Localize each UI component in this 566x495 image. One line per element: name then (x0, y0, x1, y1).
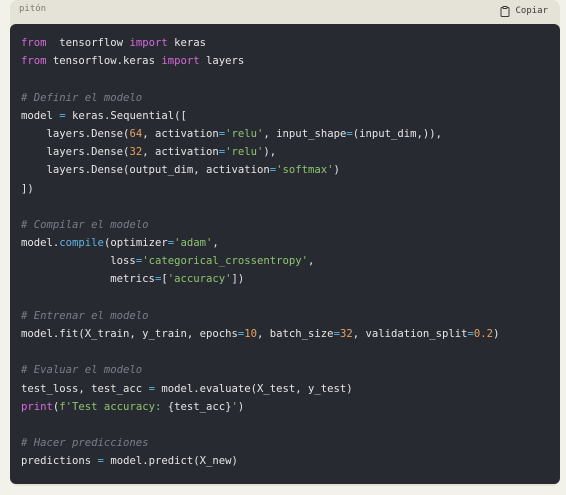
code-token: predictions (21, 455, 98, 468)
code-token: (input_dim,)), (352, 127, 443, 140)
code-line: # Evaluar el modelo (21, 361, 499, 379)
code-token: , activation (142, 127, 219, 140)
code-token: 32 (129, 146, 143, 159)
code-token: ) (237, 400, 245, 413)
code-token: keras.Sequential([ (65, 109, 187, 122)
code-line: print(f'Test accuracy: {test_acc}') (21, 398, 499, 416)
code-token: 'accuracy' (167, 273, 232, 286)
code-token: , input_shape (263, 127, 347, 140)
code-token: layers (199, 55, 245, 68)
code-token: print (21, 400, 53, 413)
code-token: model.evaluate(X_test, y_test) (154, 382, 353, 395)
code-area[interactable]: from tensorflow import keras from tensorf… (10, 24, 560, 484)
code-token: test_loss, test_acc (21, 382, 149, 395)
code-token: layers.Dense( (21, 127, 130, 140)
code-token: # Entrenar el modelo (21, 309, 149, 322)
code-line: test_loss, test_acc = model.evaluate(X_t… (21, 380, 499, 398)
code-line: from tensorflow import keras (21, 34, 499, 52)
code-token: tensorflow.keras (46, 55, 162, 68)
code-token: layers.Dense( (21, 146, 130, 159)
copy-label: Copiar (515, 6, 548, 16)
code-line: loss='categorical_crossentropy', (21, 252, 499, 270)
code-token: 64 (129, 127, 143, 140)
code-token: # Definir el modelo (21, 91, 143, 104)
code-token: keras (167, 37, 206, 49)
code-token: , (212, 237, 219, 250)
code-line: predictions = model.predict(X_new) (21, 452, 499, 470)
code-line: # Compilar el modelo (21, 216, 499, 234)
code-token: 'adam' (174, 237, 213, 250)
code-line: layers.Dense(64, activation='relu', inpu… (21, 125, 499, 143)
code-token: ]) (231, 273, 245, 286)
code-line: # Definir el modelo (21, 89, 499, 107)
code-token: f'Test accuracy: (59, 400, 168, 413)
code-line: model = keras.Sequential([ (21, 107, 499, 125)
code-line: ]) (21, 180, 499, 198)
code-token: 'softmax' (276, 164, 334, 177)
code-token: model (21, 109, 60, 122)
code-token: ), (263, 146, 277, 159)
code-token: # Compilar el modelo (21, 218, 149, 231)
code-token: 32 (339, 328, 353, 340)
code-block: pitón Copiar from tensorflow import kera… (10, 0, 560, 486)
code-line: # Hacer predicciones (21, 434, 499, 452)
copy-button[interactable]: Copiar (500, 4, 548, 18)
code-token: model.fit(X_train, y_train, epochs (21, 328, 238, 340)
code-token: ]) (21, 182, 34, 195)
clipboard-icon (500, 5, 510, 17)
code-token: ) (333, 164, 340, 177)
code-token: # Evaluar el modelo (21, 364, 143, 377)
code-token: tensorflow (46, 37, 130, 49)
code-token: model.predict(X_new) (103, 455, 238, 468)
code-token: 10 (244, 328, 258, 340)
code-token: , batch_size (257, 328, 334, 340)
code-token: , validation_split (352, 328, 468, 340)
code-token: , (308, 255, 315, 268)
code-line: # Entrenar el modelo (21, 307, 499, 325)
code-line: model.compile(optimizer='adam', (21, 234, 499, 252)
code-token: from (21, 37, 47, 49)
code-line: metrics=['accuracy']) (21, 270, 499, 288)
code-token: 'relu' (225, 146, 264, 159)
language-label: pitón (19, 4, 47, 14)
code-token: # Hacer predicciones (21, 437, 149, 450)
code-token: compile (59, 237, 104, 250)
code-line: from tensorflow.keras import layers (21, 52, 499, 70)
code-token: {test_acc} (167, 400, 232, 413)
code-token: (optimizer (103, 237, 168, 250)
code-token: loss (21, 255, 136, 268)
code-token: 0.2 (473, 328, 494, 340)
code-token: , activation (142, 146, 219, 159)
code-token: ) (493, 328, 500, 340)
code-token: import (161, 55, 200, 68)
code-token: 'relu' (225, 127, 264, 140)
code-token: from (21, 55, 47, 68)
code-line: layers.Dense(32, activation='relu'), (21, 143, 499, 161)
code-block-header: pitón Copiar (10, 0, 560, 24)
code-token: 'categorical_crossentropy' (142, 255, 309, 268)
code-token: layers.Dense(output_dim, activation (21, 164, 270, 177)
code-line: layers.Dense(output_dim, activation='sof… (21, 161, 499, 179)
code-token: model. (21, 237, 60, 250)
code-token: metrics (21, 273, 155, 286)
code-lines: from tensorflow import keras from tensorf… (21, 34, 499, 471)
code-line: model.fit(X_train, y_train, epochs=10, b… (21, 325, 499, 343)
code-token: import (129, 37, 168, 49)
